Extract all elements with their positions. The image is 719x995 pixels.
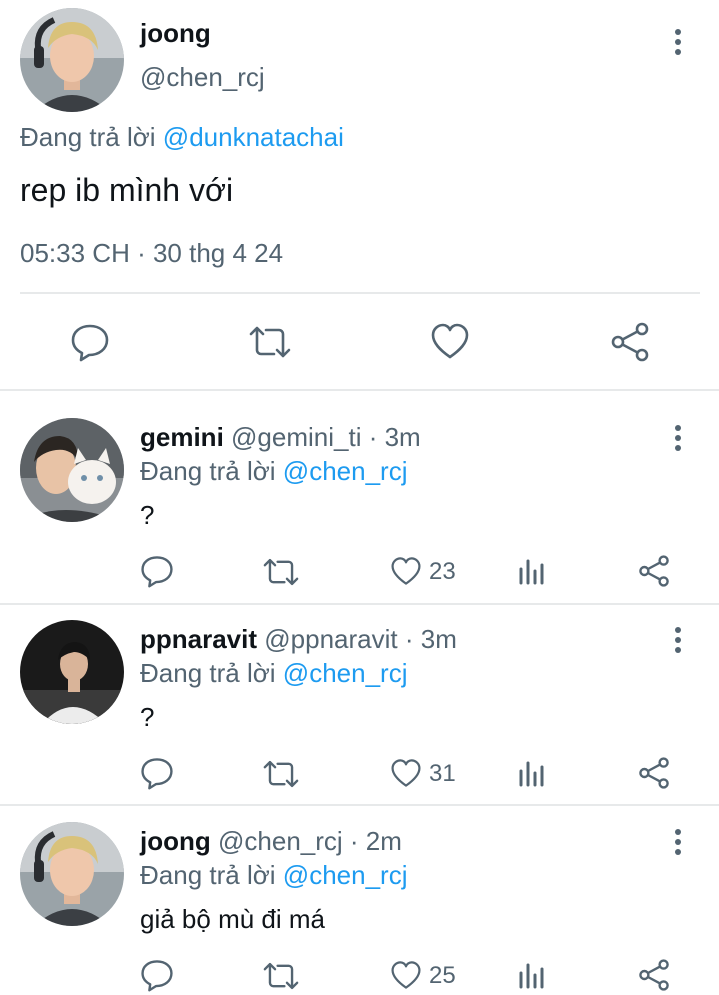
more-options-icon[interactable]: [668, 625, 688, 655]
retweet-icon[interactable]: [262, 757, 300, 791]
like-count: 23: [429, 558, 456, 585]
divider: [0, 804, 719, 806]
retweet-icon[interactable]: [248, 322, 292, 362]
reply-time[interactable]: · 3m: [369, 422, 421, 452]
tweet-text: giả bộ mù đi má: [140, 904, 325, 934]
divider: [20, 292, 700, 294]
avatar[interactable]: [20, 8, 124, 112]
reply-context: Đang trả lời @chen_rcj: [140, 860, 407, 891]
share-icon[interactable]: [638, 959, 670, 991]
reply-context: Đang trả lời @dunknatachai: [20, 122, 344, 153]
like-icon[interactable]: [390, 758, 422, 788]
retweet-icon[interactable]: [262, 555, 300, 589]
like-icon[interactable]: [430, 322, 470, 360]
avatar[interactable]: [20, 620, 124, 724]
analytics-icon[interactable]: [518, 961, 546, 989]
tweet-text: ?: [140, 702, 155, 732]
reply-prefix: Đang trả lời: [140, 456, 276, 486]
like-count: 31: [429, 760, 456, 787]
retweet-icon[interactable]: [262, 959, 300, 993]
display-name[interactable]: joong: [140, 826, 211, 856]
reply-prefix: Đang trả lời: [140, 860, 276, 890]
like-icon[interactable]: [390, 960, 422, 990]
handle[interactable]: @chen_rcj: [218, 826, 343, 856]
tweet-text: ?: [140, 500, 155, 530]
reply-context: Đang trả lời @chen_rcj: [140, 658, 407, 689]
analytics-icon[interactable]: [518, 557, 546, 585]
like-icon[interactable]: [390, 556, 422, 586]
display-name[interactable]: joong: [140, 18, 211, 49]
reply-prefix: Đang trả lời: [140, 658, 276, 688]
reply-header: ppnaravit @ppnaravit · 3m: [140, 624, 457, 655]
tweet-timestamp[interactable]: 05:33 CH · 30 thg 4 24: [20, 238, 283, 269]
reply-icon[interactable]: [140, 554, 174, 588]
reply-header: gemini @gemini_ti · 3m: [140, 422, 421, 453]
share-icon[interactable]: [638, 757, 670, 789]
more-options-icon[interactable]: [668, 827, 688, 857]
divider: [0, 389, 719, 391]
more-options-icon[interactable]: [668, 27, 688, 57]
reply-context: Đang trả lời @chen_rcj: [140, 456, 407, 487]
avatar[interactable]: [20, 418, 124, 522]
handle[interactable]: @ppnaravit: [264, 624, 397, 654]
display-name[interactable]: ppnaravit: [140, 624, 257, 654]
more-options-icon[interactable]: [668, 423, 688, 453]
reply-icon[interactable]: [140, 756, 174, 790]
share-icon[interactable]: [638, 555, 670, 587]
like-count: 25: [429, 962, 456, 989]
tweet-text: rep ib mình với: [20, 172, 234, 208]
share-icon[interactable]: [610, 322, 650, 362]
avatar[interactable]: [20, 822, 124, 926]
reply-icon[interactable]: [70, 322, 110, 362]
reply-prefix: Đang trả lời: [20, 122, 156, 152]
reply-time[interactable]: · 2m: [350, 826, 402, 856]
analytics-icon[interactable]: [518, 759, 546, 787]
reply-to-link[interactable]: @chen_rcj: [283, 860, 408, 890]
reply-to-link[interactable]: @chen_rcj: [283, 456, 408, 486]
handle[interactable]: @gemini_ti: [231, 422, 361, 452]
reply-to-link[interactable]: @dunknatachai: [163, 122, 344, 152]
display-name[interactable]: gemini: [140, 422, 224, 452]
reply-time[interactable]: · 3m: [405, 624, 457, 654]
divider: [0, 603, 719, 605]
reply-icon[interactable]: [140, 958, 174, 992]
reply-to-link[interactable]: @chen_rcj: [283, 658, 408, 688]
reply-header: joong @chen_rcj · 2m: [140, 826, 402, 857]
handle[interactable]: @chen_rcj: [140, 62, 265, 93]
